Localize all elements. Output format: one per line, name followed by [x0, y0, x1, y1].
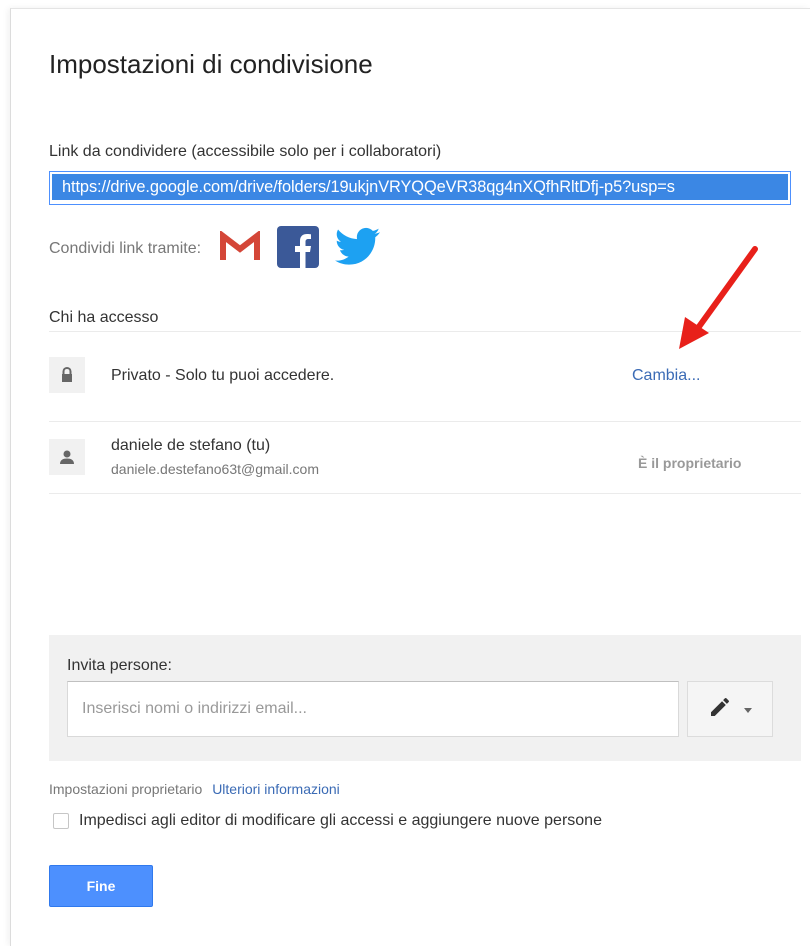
prevent-editors-label[interactable]: Impedisci agli editor di modificare gli …	[79, 812, 602, 830]
gmail-icon[interactable]	[219, 229, 261, 268]
divider	[49, 493, 801, 494]
chevron-down-icon	[744, 700, 752, 718]
done-button[interactable]: Fine	[49, 865, 153, 907]
visibility-text: Privato - Solo tu puoi accedere.	[111, 367, 335, 384]
share-link-label: Link da condividere (accessibile solo pe…	[49, 143, 442, 160]
share-link-value[interactable]: https://drive.google.com/drive/folders/1…	[52, 174, 788, 200]
owner-name: daniele de stefano (tu)	[111, 437, 271, 454]
share-link-field[interactable]: https://drive.google.com/drive/folders/1…	[49, 171, 791, 205]
sharing-dialog: Impostazioni di condivisione Link da con…	[10, 8, 810, 946]
learn-more-link[interactable]: Ulteriori informazioni	[212, 781, 340, 797]
prevent-editors-row: Impedisci agli editor di modificare gli …	[53, 812, 602, 830]
annotation-arrow-icon	[679, 246, 758, 349]
pencil-icon	[708, 695, 732, 724]
lock-icon	[49, 357, 85, 393]
who-has-access-label: Chi ha accesso	[49, 309, 159, 326]
owner-role: È il proprietario	[638, 455, 742, 471]
share-via-label: Condividi link tramite:	[49, 240, 202, 257]
person-icon	[49, 439, 85, 475]
twitter-icon[interactable]	[334, 227, 381, 272]
prevent-editors-checkbox[interactable]	[53, 813, 69, 829]
permission-dropdown-button[interactable]	[687, 681, 773, 737]
invite-label: Invita persone:	[67, 657, 172, 674]
invite-panel: Invita persone:	[49, 635, 801, 761]
facebook-icon[interactable]	[277, 225, 320, 273]
owner-settings-label: Impostazioni proprietario	[49, 781, 203, 797]
owner-settings: Impostazioni proprietario Ulteriori info…	[49, 781, 340, 797]
share-via-row: Condividi link tramite:	[49, 225, 397, 273]
access-row-owner: daniele de stefano (tu) daniele.destefan…	[49, 421, 801, 493]
change-visibility-link[interactable]: Cambia...	[632, 367, 700, 385]
invite-email-input[interactable]	[67, 681, 679, 737]
dialog-title: Impostazioni di condivisione	[49, 49, 373, 79]
owner-email: daniele.destefano63t@gmail.com	[111, 461, 320, 477]
